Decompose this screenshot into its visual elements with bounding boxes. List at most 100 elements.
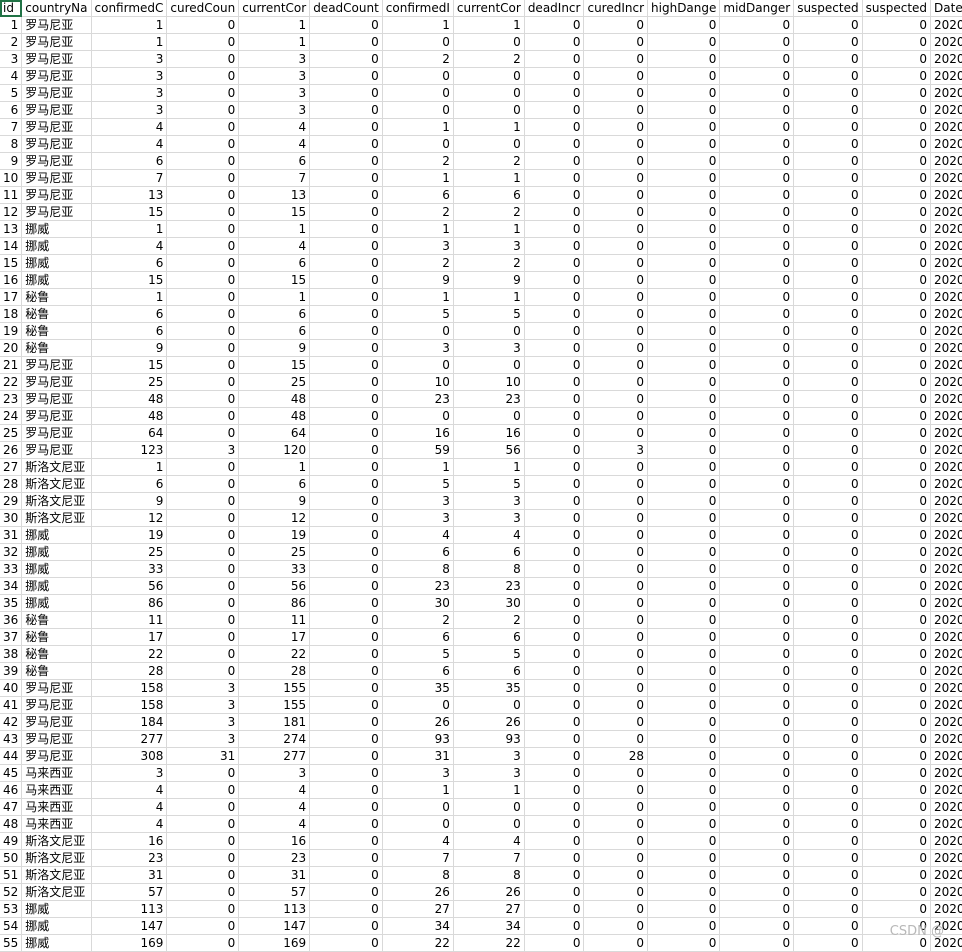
table-cell[interactable]: 28 xyxy=(238,662,311,680)
table-cell[interactable]: 0 xyxy=(524,798,585,816)
table-cell[interactable]: 6 xyxy=(91,254,168,272)
table-cell[interactable]: 0 xyxy=(166,832,240,850)
table-cell[interactable]: 0 xyxy=(793,16,863,34)
table-cell[interactable]: 0 xyxy=(647,509,721,527)
table-cell[interactable]: 0 xyxy=(583,203,649,221)
table-cell[interactable]: 4 xyxy=(382,526,454,544)
table-cell[interactable]: 2 xyxy=(382,254,454,272)
table-cell[interactable]: 0 xyxy=(583,152,649,170)
table-cell[interactable]: 0 xyxy=(583,339,649,357)
table-cell[interactable]: 20200306 xyxy=(930,475,962,493)
table-cell[interactable]: 罗马尼亚 xyxy=(21,407,92,425)
table-cell[interactable]: 6 xyxy=(238,305,311,323)
table-cell[interactable]: 6 xyxy=(453,186,525,204)
table-cell[interactable]: 3 xyxy=(166,696,240,714)
table-cell[interactable]: 0 xyxy=(793,254,863,272)
table-cell[interactable]: 0 xyxy=(453,407,525,425)
table-cell[interactable]: 0 xyxy=(719,492,795,510)
table-cell[interactable]: 20200311 xyxy=(930,373,962,391)
table-cell[interactable]: 308 xyxy=(91,747,168,765)
table-cell[interactable]: 42 xyxy=(0,713,23,731)
table-cell[interactable]: 0 xyxy=(647,866,721,884)
column-header-cell[interactable]: suspected xyxy=(862,0,932,17)
table-cell[interactable]: 罗马尼亚 xyxy=(21,390,92,408)
table-cell[interactable]: 0 xyxy=(647,424,721,442)
table-cell[interactable]: 0 xyxy=(524,781,585,799)
table-cell[interactable]: 0 xyxy=(647,730,721,748)
table-cell[interactable]: 0 xyxy=(524,509,585,527)
table-cell[interactable]: 0 xyxy=(583,33,649,51)
table-cell[interactable]: 20200306 xyxy=(930,594,962,612)
table-cell[interactable]: 0 xyxy=(309,339,383,357)
table-cell[interactable]: 20200309 xyxy=(930,203,962,221)
table-cell[interactable]: 7 xyxy=(0,118,23,136)
table-cell[interactable]: 4 xyxy=(91,118,168,136)
table-cell[interactable]: 0 xyxy=(647,526,721,544)
table-cell[interactable]: 0 xyxy=(647,883,721,901)
table-cell[interactable]: 0 xyxy=(524,305,585,323)
table-cell[interactable]: 0 xyxy=(166,611,240,629)
table-cell[interactable]: 0 xyxy=(647,645,721,663)
table-cell[interactable]: 0 xyxy=(166,169,240,187)
table-cell[interactable]: 16 xyxy=(91,832,168,850)
table-cell[interactable]: 0 xyxy=(862,220,932,238)
table-cell[interactable]: 挪威 xyxy=(21,220,92,238)
table-cell[interactable]: 0 xyxy=(793,492,863,510)
table-cell[interactable]: 0 xyxy=(309,560,383,578)
table-cell[interactable]: 0 xyxy=(862,441,932,459)
table-cell[interactable]: 22 xyxy=(453,934,525,952)
table-cell[interactable]: 0 xyxy=(583,815,649,833)
table-cell[interactable]: 0 xyxy=(793,832,863,850)
table-cell[interactable]: 秘鲁 xyxy=(21,662,92,680)
table-cell[interactable]: 0 xyxy=(862,645,932,663)
table-cell[interactable]: 0 xyxy=(583,713,649,731)
table-cell[interactable]: 0 xyxy=(719,866,795,884)
table-cell[interactable]: 6 xyxy=(453,543,525,561)
table-cell[interactable]: 15 xyxy=(91,271,168,289)
table-cell[interactable]: 4 xyxy=(91,798,168,816)
table-cell[interactable]: 6 xyxy=(382,186,454,204)
table-cell[interactable]: 罗马尼亚 xyxy=(21,186,92,204)
table-cell[interactable]: 0 xyxy=(719,16,795,34)
table-cell[interactable]: 0 xyxy=(862,237,932,255)
table-cell[interactable]: 15 xyxy=(238,271,311,289)
table-cell[interactable]: 3 xyxy=(238,67,311,85)
table-cell[interactable]: 0 xyxy=(862,118,932,136)
table-cell[interactable]: 0 xyxy=(524,764,585,782)
table-cell[interactable]: 0 xyxy=(862,611,932,629)
table-cell[interactable]: 0 xyxy=(166,220,240,238)
table-cell[interactable]: 0 xyxy=(793,305,863,323)
table-cell[interactable]: 0 xyxy=(166,900,240,918)
table-cell[interactable]: 20200314 xyxy=(930,662,962,680)
table-cell[interactable]: 33 xyxy=(0,560,23,578)
table-cell[interactable]: 0 xyxy=(647,67,721,85)
table-cell[interactable]: 0 xyxy=(719,747,795,765)
table-cell[interactable]: 0 xyxy=(524,135,585,153)
table-cell[interactable]: 0 xyxy=(862,152,932,170)
table-cell[interactable]: 0 xyxy=(382,67,454,85)
table-cell[interactable]: 0 xyxy=(719,271,795,289)
table-cell[interactable]: 0 xyxy=(719,67,795,85)
table-cell[interactable]: 0 xyxy=(583,917,649,935)
table-cell[interactable]: 0 xyxy=(166,594,240,612)
table-cell[interactable]: 秘鲁 xyxy=(21,288,92,306)
table-cell[interactable]: 0 xyxy=(647,577,721,595)
table-cell[interactable]: 0 xyxy=(862,305,932,323)
table-cell[interactable]: 20200128 xyxy=(930,798,962,816)
table-cell[interactable]: 0 xyxy=(382,356,454,374)
table-cell[interactable]: 1 xyxy=(238,220,311,238)
table-cell[interactable]: 0 xyxy=(309,798,383,816)
table-cell[interactable]: 15 xyxy=(238,356,311,374)
table-cell[interactable]: 52 xyxy=(0,883,23,901)
table-cell[interactable]: 21 xyxy=(0,356,23,374)
table-cell[interactable]: 马来西亚 xyxy=(21,781,92,799)
table-cell[interactable]: 0 xyxy=(793,67,863,85)
table-cell[interactable]: 0 xyxy=(309,33,383,51)
table-cell[interactable]: 0 xyxy=(862,254,932,272)
table-cell[interactable]: 0 xyxy=(647,339,721,357)
table-cell[interactable]: 0 xyxy=(166,237,240,255)
table-cell[interactable]: 25 xyxy=(0,424,23,442)
table-cell[interactable]: 15 xyxy=(91,356,168,374)
table-cell[interactable]: 挪威 xyxy=(21,934,92,952)
table-cell[interactable]: 0 xyxy=(862,356,932,374)
